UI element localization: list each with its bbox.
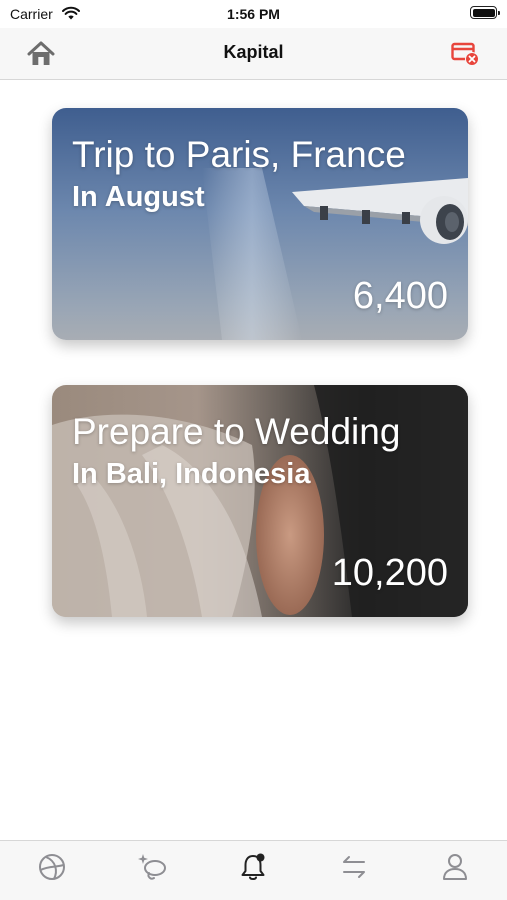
card-amount: 10,200 [331,552,448,594]
tab-notifications[interactable] [237,851,269,883]
card-subtitle: In Bali, Indonesia [72,458,311,490]
card-amount: 6,400 [352,275,448,317]
status-time: 1:56 PM [227,6,280,22]
globe-icon [39,854,65,880]
tab-sparkle[interactable] [137,851,169,883]
tab-transfer[interactable] [338,851,370,883]
tab-bar [0,840,507,900]
tab-globe[interactable] [36,851,68,883]
page-title: Kapital [223,42,284,62]
goal-card-paris[interactable]: Trip to Paris, France In August 6,400 [52,108,468,340]
tab-profile[interactable] [439,851,471,883]
card-subtitle: In August [72,181,205,213]
transfer-arrows-icon [343,856,365,878]
navigation-bar: Kapital [0,28,507,80]
card-remove-icon[interactable] [451,41,481,67]
card-title: Trip to Paris, France [72,134,406,175]
goal-card-wedding[interactable]: Prepare to Wedding In Bali, Indonesia 10… [52,385,468,617]
battery-icon [470,6,500,19]
sparkle-lasso-icon [138,854,166,880]
status-bar: Carrier 1:56 PM [0,0,507,28]
person-icon [443,854,467,880]
card-title: Prepare to Wedding [72,411,401,452]
bell-badge-icon [241,853,265,880]
